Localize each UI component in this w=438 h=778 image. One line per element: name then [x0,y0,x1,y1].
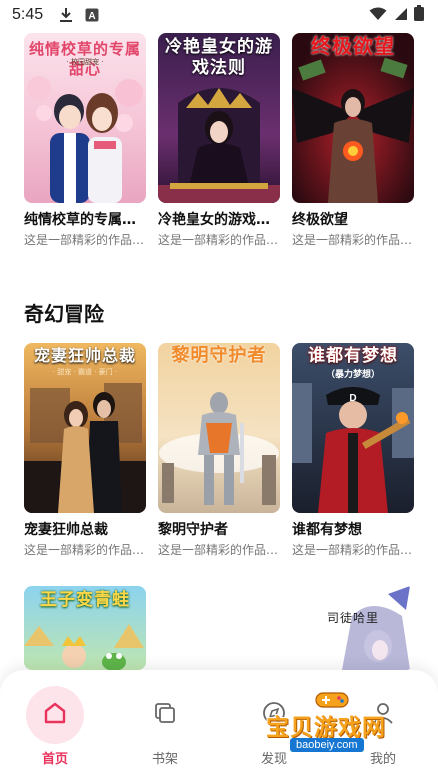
home-icon [42,700,68,730]
section-title: 奇幻冒险 [24,302,104,326]
svg-text:A: A [89,11,96,22]
cover-title: 谁都有梦想 [308,346,398,366]
book-card[interactable]: 司徒哈里 [292,586,414,670]
nav-icon-wrap [136,686,194,744]
nav-item-home[interactable]: 首页 [15,686,95,767]
book-row-3: 王子变青蛙 司徒哈里 [24,586,414,670]
battery-icon [414,5,424,25]
book-cover[interactable]: 王子变青蛙 [24,586,146,670]
book-card[interactable]: 纯情校草的专属甜心 · 校园甜宠 · 纯情校草的专属甜心 这是一部精彩的作品… [24,33,146,248]
book-description: 这是一部精彩的作品… [24,543,145,557]
book-description: 这是一部精彩的作品… [24,233,145,247]
book-title: 纯情校草的专属甜心 [24,212,146,228]
cover-subtitle: （暴力梦想） [325,370,380,380]
book-title: 冷艳皇女的游戏法则 [158,212,280,228]
nav-label: 书架 [151,752,178,767]
cover-subtitle: · 校园甜宠 · [66,58,104,66]
book-cover[interactable]: 司徒哈里 [292,586,414,670]
cover-subtitle: · 甜宠 · 霸道 · 豪门 · [52,368,118,376]
nav-label: 首页 [41,752,68,767]
status-time: 5:45 [12,6,44,23]
cover-title: 宠妻狂帅总裁 [33,346,136,365]
cover-title: 冷艳皇女的游戏法则 [165,37,273,78]
watermark-url: baobeiy.com [290,738,364,752]
book-cover[interactable]: 宠妻狂帅总裁 · 甜宠 · 霸道 · 豪门 · [24,343,146,513]
book-description: 这是一部精彩的作品… [158,233,279,247]
status-bar: 5:45 A [0,0,438,30]
book-description: 这是一部精彩的作品… [292,233,413,247]
nav-icon-wrap [26,686,84,744]
book-cover[interactable]: 纯情校草的专属甜心 · 校园甜宠 · [24,33,146,203]
download-icon [59,7,73,23]
watermark-text: 宝贝游戏网 [266,715,386,741]
status-right [369,5,424,25]
book-card[interactable]: 宠妻狂帅总裁 · 甜宠 · 霸道 · 豪门 · 宠妻狂帅总裁 这是一部精彩的作品… [24,343,146,558]
cover-title: 司徒哈里 [326,611,379,625]
book-title: 终极欲望 [292,212,348,228]
book-card[interactable]: 终极欲望 终极欲望 这是一部精彩的作品… [292,33,414,248]
nav-item-bookshelf[interactable]: 书架 [125,686,205,767]
book-cover[interactable]: D 谁都有梦想 （暴力梦想） [292,343,414,513]
book-cover[interactable]: 冷艳皇女的游戏法则 [158,33,280,203]
book-title: 黎明守护者 [158,522,228,538]
book-title: 谁都有梦想 [292,522,362,538]
book-description: 这是一部精彩的作品… [158,543,279,557]
wifi-icon [369,6,387,25]
book-card[interactable]: 王子变青蛙 [24,586,146,670]
book-card[interactable]: 黎明守护者 黎明守护者 这是一部精彩的作品… [158,343,280,558]
book-card[interactable]: D 谁都有梦想 （暴力梦想） 谁都有梦想 这是一部精彩的作品… [292,343,414,558]
watermark: 宝贝游戏网 baobeiy.com [262,690,412,760]
cover-title: 终极欲望 [311,34,395,58]
book-cover[interactable]: 终极欲望 [292,33,414,203]
book-cover[interactable]: 黎明守护者 [158,343,280,513]
book-row-1: 纯情校草的专属甜心 · 校园甜宠 · 纯情校草的专属甜心 这是一部精彩的作品… [24,33,414,248]
signal-icon [393,6,408,25]
bookshelf-icon [153,701,177,729]
text-a-icon: A [85,8,99,22]
book-description: 这是一部精彩的作品… [292,543,413,557]
book-title: 宠妻狂帅总裁 [24,522,108,538]
book-card[interactable]: 冷艳皇女的游戏法则 冷艳皇女的游戏法则 这是一部精彩的作品… [158,33,280,248]
book-row-2: 宠妻狂帅总裁 · 甜宠 · 霸道 · 豪门 · 宠妻狂帅总裁 这是一部精彩的作品… [24,343,414,558]
cover-title: 王子变青蛙 [40,590,130,610]
cover-title: 黎明守护者 [171,345,267,366]
